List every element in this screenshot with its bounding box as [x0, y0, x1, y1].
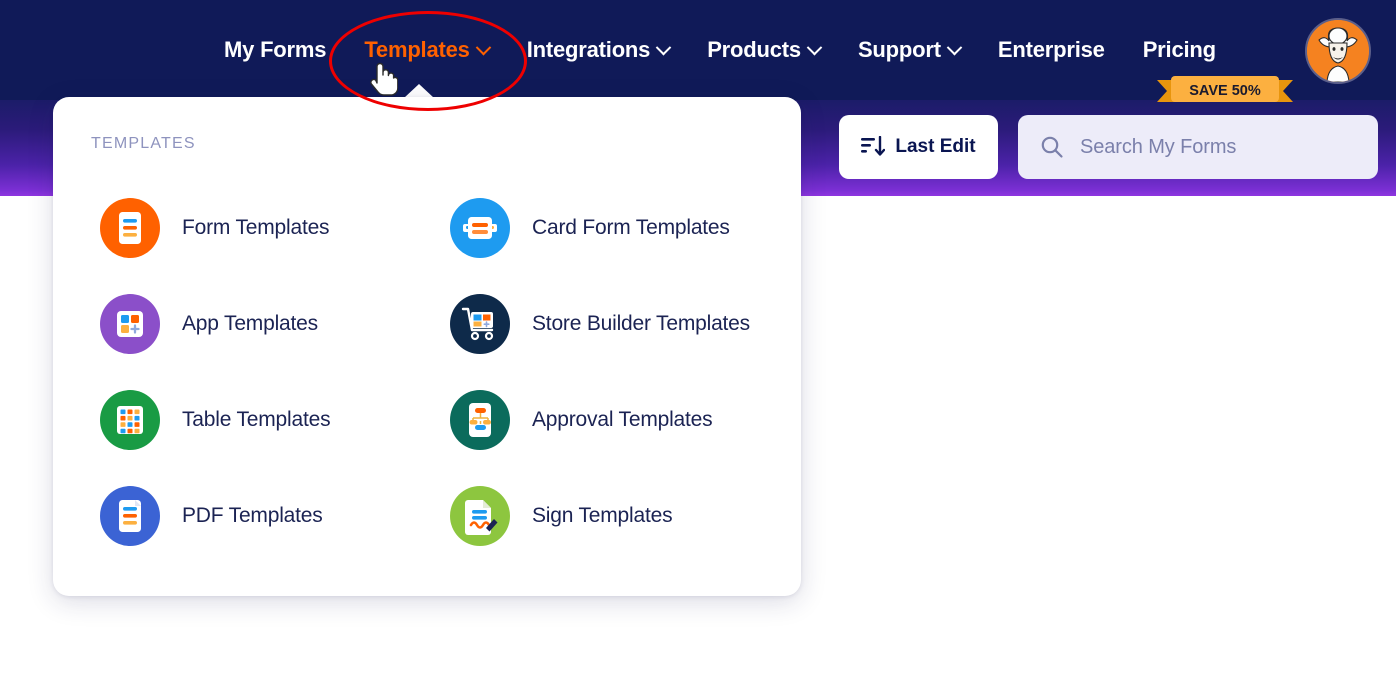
- menu-item-form-templates[interactable]: Form Templates: [100, 196, 450, 260]
- dropdown-pointer-tip: [404, 84, 434, 98]
- save-promo-label: SAVE 50%: [1189, 83, 1261, 99]
- menu-item-table-templates[interactable]: Table Templates: [100, 388, 450, 452]
- nav-my-forms[interactable]: My Forms: [205, 37, 345, 63]
- approval-templates-icon-wrap: [450, 390, 510, 450]
- card-form-templates-icon: [450, 198, 510, 258]
- form-templates-icon: [100, 198, 160, 258]
- menu-item-pdf-templates[interactable]: PDF Templates: [100, 484, 450, 548]
- nav-integrations-label: Integrations: [526, 37, 651, 62]
- menu-item-sign-templates-label: Sign Templates: [532, 504, 673, 527]
- menu-item-approval-templates[interactable]: Approval Templates: [450, 388, 760, 452]
- nav-products-label: Products: [707, 37, 801, 62]
- chevron-down-icon: [655, 39, 672, 55]
- chevron-down-icon: [475, 39, 491, 55]
- search-placeholder-text: Search My Forms: [1080, 135, 1237, 158]
- templates-dropdown-panel: TEMPLATES Form Templates Card Form Templa…: [53, 97, 801, 596]
- nav-integrations[interactable]: Integrations: [508, 37, 689, 63]
- page-root: My Forms Templates Integrations Products Sup…: [0, 0, 1396, 674]
- menu-item-store-builder-templates-label: Store Builder Templates: [532, 312, 750, 335]
- nav-my-forms-label: My Forms: [224, 37, 327, 62]
- menu-item-app-templates[interactable]: App Templates: [100, 292, 450, 356]
- app-templates-icon-wrap: [100, 294, 160, 354]
- pointing-hand-cursor: [368, 57, 399, 97]
- nav-enterprise-label: Enterprise: [997, 37, 1105, 62]
- pdf-templates-icon: [100, 486, 160, 546]
- menu-item-pdf-templates-label: PDF Templates: [182, 504, 323, 527]
- menu-item-form-templates-label: Form Templates: [182, 216, 330, 239]
- chevron-down-icon: [806, 39, 823, 55]
- templates-menu-grid: Form Templates Card Form Templates App Tem…: [100, 196, 760, 548]
- card-form-templates-icon-wrap: [450, 198, 510, 258]
- save-promo-ribbon[interactable]: SAVE 50%: [1157, 76, 1293, 106]
- cowboy-avatar-icon: [1307, 20, 1369, 82]
- app-templates-icon: [100, 294, 160, 354]
- pdf-templates-icon-wrap: [100, 486, 160, 546]
- nav-enterprise[interactable]: Enterprise: [979, 37, 1124, 63]
- sort-last-edit-button[interactable]: Last Edit: [839, 115, 998, 179]
- store-builder-templates-icon-wrap: [450, 294, 510, 354]
- search-my-forms-field[interactable]: Search My Forms: [1018, 115, 1378, 179]
- sort-last-edit-label: Last Edit: [895, 136, 976, 157]
- store-builder-templates-icon: [450, 294, 510, 354]
- dropdown-heading: TEMPLATES: [91, 135, 196, 152]
- table-templates-icon: [100, 390, 160, 450]
- nav-support[interactable]: Support: [839, 37, 979, 63]
- avatar[interactable]: [1305, 18, 1371, 84]
- chevron-down-icon: [946, 39, 963, 55]
- nav-support-label: Support: [857, 37, 941, 62]
- menu-item-table-templates-label: Table Templates: [182, 408, 331, 431]
- sign-templates-icon-wrap: [450, 486, 510, 546]
- sign-templates-icon: [450, 486, 510, 546]
- menu-item-card-form-templates[interactable]: Card Form Templates: [450, 196, 760, 260]
- menu-item-sign-templates[interactable]: Sign Templates: [450, 484, 760, 548]
- sort-descending-icon: [861, 136, 886, 156]
- approval-templates-icon: [450, 390, 510, 450]
- menu-item-store-builder-templates[interactable]: Store Builder Templates: [450, 292, 760, 356]
- nav-products[interactable]: Products: [688, 37, 839, 63]
- nav-pricing-label: Pricing: [1142, 37, 1216, 62]
- nav-item-list: My Forms Templates Integrations Products Sup…: [205, 0, 1235, 100]
- search-icon: [1041, 136, 1063, 158]
- table-templates-icon-wrap: [100, 390, 160, 450]
- nav-pricing[interactable]: Pricing: [1124, 37, 1235, 63]
- form-templates-icon-wrap: [100, 198, 160, 258]
- menu-item-app-templates-label: App Templates: [182, 312, 318, 335]
- menu-item-approval-templates-label: Approval Templates: [532, 408, 713, 431]
- menu-item-card-form-templates-label: Card Form Templates: [532, 216, 730, 239]
